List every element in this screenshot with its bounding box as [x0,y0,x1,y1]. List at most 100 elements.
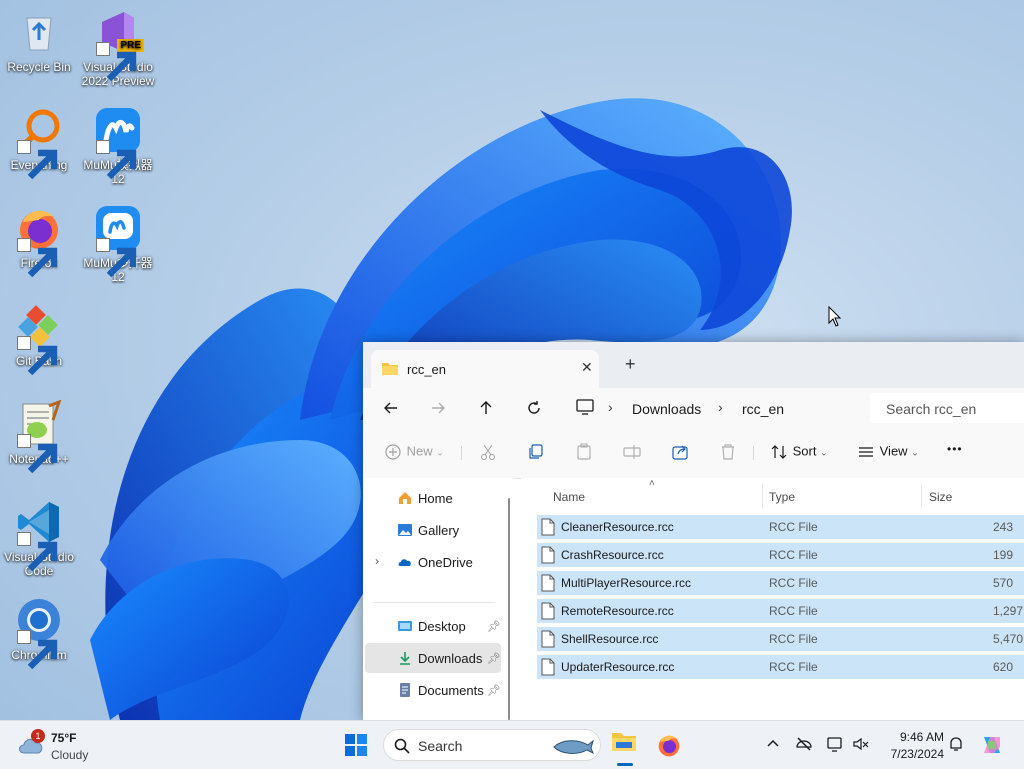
refresh-icon [528,401,540,414]
forward-button[interactable] [428,398,448,418]
file-row[interactable]: MultiPlayerResource.rcc RCC File 570 [537,571,1024,595]
breadcrumb[interactable]: › Downloads › rcc_en [568,393,863,423]
taskbar-firefox[interactable] [656,732,682,758]
clock-date[interactable]: 7/23/2024 [874,747,944,761]
tab-rcc-en[interactable]: rcc_en ✕ [371,350,599,388]
nav-item-gallery[interactable]: Gallery [365,515,501,545]
file-type: RCC File [769,548,818,562]
tab-close-button[interactable]: ✕ [581,359,593,376]
new-button[interactable]: New ⌄ [383,442,444,464]
paste-button[interactable] [574,442,594,464]
breadcrumb-downloads[interactable]: Downloads [632,401,701,417]
network-disconnected-icon [796,737,812,751]
toolbar-divider [461,446,462,460]
desktop-icon-visual-studio[interactable]: PRE Visual Studio 2022 Preview [80,8,156,88]
recycle-bin-icon [15,8,63,56]
copilot-button[interactable] [980,733,1004,757]
desktop-icon-recycle-bin[interactable]: Recycle Bin [1,8,77,74]
chevron-down-icon: ⌄ [911,447,919,458]
pin-icon: 📌︎ [487,653,501,665]
breadcrumb-rcc-en[interactable]: rcc_en [742,401,784,417]
share-button[interactable] [670,442,690,464]
chevron-right-icon: › [718,399,723,415]
copy-button[interactable] [526,442,546,464]
nav-label: Desktop [418,619,466,634]
everything-search-icon [15,106,63,180]
nav-item-downloads[interactable]: Downloads 📌︎ [365,643,501,673]
desktop-icon-notepad-plus-plus[interactable]: Notepad++ [1,400,77,474]
show-hidden-icons-button[interactable] [764,735,782,753]
weather-widget[interactable]: 1 75°F Cloudy [10,721,100,769]
column-header-name[interactable]: Name [553,490,585,504]
notifications-button[interactable] [947,735,965,753]
tab-strip: rcc_en ✕ + [363,342,1024,388]
file-size: 5,470 [993,632,1024,646]
nav-scrollbar[interactable] [508,498,510,720]
search-highlight-whale-icon [553,739,594,755]
command-bar: New ⌄ Sort ⌄ View ⌄ ••• [363,428,1024,479]
clock-time[interactable]: 9:46 AM [884,730,944,744]
desktop-icon-firefox[interactable]: Firefox [1,204,77,278]
shortcut-arrow-icon [17,434,58,474]
sort-button[interactable]: Sort ⌄ [769,442,828,464]
address-bar: › Downloads › rcc_en Search rcc_en [363,388,1024,428]
nav-item-documents[interactable]: Documents 📌︎ [365,675,501,705]
desktop-icon-everything[interactable]: Everything [1,106,77,180]
new-tab-button[interactable]: + [625,354,636,375]
refresh-button[interactable] [524,398,544,418]
notepad-plus-plus-icon [15,400,63,474]
file-explorer-window: rcc_en ✕ + › Downloads › rcc_en Search r… [363,342,1024,720]
taskbar-search-box[interactable]: Search [383,729,601,761]
nav-item-home[interactable]: Home [365,483,501,513]
file-row[interactable]: UpdaterResource.rcc RCC File 620 [537,655,1024,679]
desktop-icon-git-bash[interactable]: Git Bash [1,302,77,376]
up-button[interactable] [476,398,496,418]
delete-button[interactable] [718,442,738,464]
windows-logo-icon [345,734,367,756]
view-button[interactable]: View ⌄ [856,442,919,464]
folder-icon [382,363,398,375]
desktop-icon-mumu-emulator[interactable]: MuMu模拟器12 [80,106,156,186]
start-button[interactable] [344,733,368,757]
bell-icon [950,737,962,751]
desktop-icon-chromium[interactable]: Chromium [1,596,77,670]
file-row[interactable]: ShellResource.rcc RCC File 5,470 [537,627,1024,651]
monitor-icon [827,737,842,752]
shortcut-arrow-icon [96,42,137,82]
expand-chevron-icon[interactable]: › [375,554,379,568]
nav-item-onedrive[interactable]: › OneDrive [365,547,501,577]
git-bash-icon [15,302,63,376]
column-divider[interactable] [762,484,763,508]
chevron-up-icon [767,739,779,747]
desktop-icon-vscode[interactable]: Visual Studio Code [1,498,77,578]
cut-button[interactable] [478,442,498,464]
network-status[interactable] [795,735,813,753]
copy-icon [529,444,543,459]
back-arrow-icon [384,402,397,414]
nav-divider [373,602,495,603]
column-divider[interactable] [921,484,922,508]
search-input[interactable]: Search rcc_en [870,393,1024,423]
rename-button[interactable] [622,442,642,464]
volume-status[interactable] [852,735,870,753]
desktop-icon-mumu-multi[interactable]: MuMu多开器12 [80,204,156,284]
file-row[interactable]: RemoteResource.rcc RCC File 1,297 [537,599,1024,623]
share-icon [672,445,688,460]
nav-label: Home [418,491,453,506]
downloads-arrow-icon [397,650,413,666]
file-row[interactable]: CleanerResource.rcc RCC File 243 [537,515,1024,539]
nav-item-desktop[interactable]: Desktop 📌︎ [365,611,501,641]
nav-label: Downloads [418,651,483,666]
file-size: 570 [993,576,1014,590]
back-button[interactable] [381,398,401,418]
column-header-type[interactable]: Type [769,490,795,504]
plus-circle-icon [385,444,401,460]
desktop-folder-icon [397,618,413,634]
shortcut-arrow-icon [96,140,137,180]
column-header-size[interactable]: Size [929,490,952,504]
display-status[interactable] [826,735,844,753]
shortcut-arrow-icon [17,238,58,278]
taskbar-file-explorer[interactable] [610,729,640,766]
file-row[interactable]: CrashResource.rcc RCC File 199 [537,543,1024,567]
more-options-button[interactable]: ••• [947,442,963,464]
